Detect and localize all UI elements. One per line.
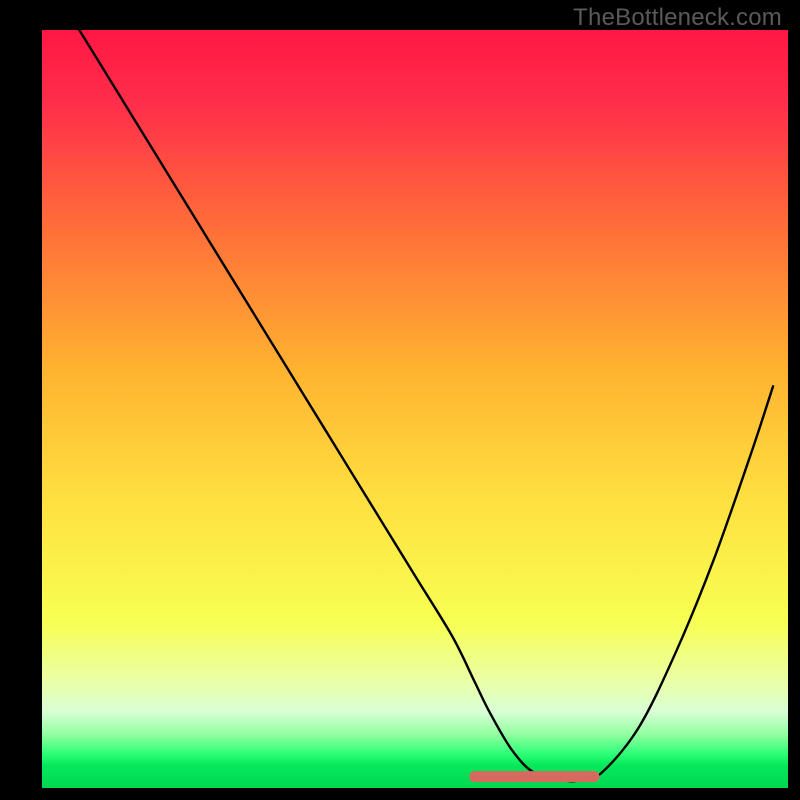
watermark-text: TheBottleneck.com <box>573 4 782 32</box>
bottleneck-chart <box>0 0 800 800</box>
plot-background <box>42 30 788 788</box>
chart-frame: TheBottleneck.com <box>0 0 800 800</box>
